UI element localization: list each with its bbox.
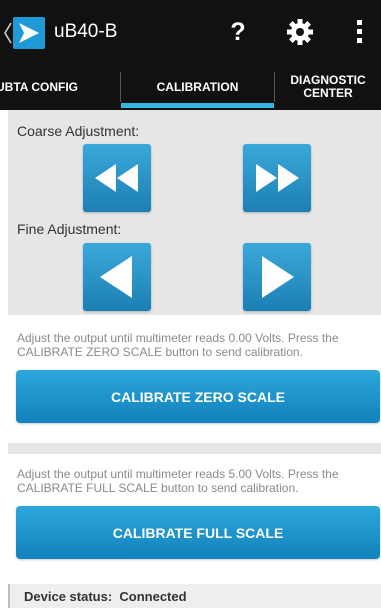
- fine-adjustment-label: Fine Adjustment:: [17, 221, 122, 237]
- right-arrow-icon: [262, 256, 294, 298]
- section-divider: [8, 443, 381, 454]
- adjustment-panel: Coarse Adjustment: Fine Adjustment:: [8, 110, 381, 315]
- app-logo-icon[interactable]: [13, 17, 45, 49]
- left-arrow-icon: [100, 256, 132, 298]
- app-title: uB40-B: [54, 21, 118, 42]
- tab-diagnostic-center[interactable]: DIAGNOSTIC CENTER: [275, 64, 381, 110]
- calibrate-full-scale-button[interactable]: CALIBRATE FULL SCALE: [16, 506, 380, 559]
- zero-scale-instruction: Adjust the output until multimeter reads…: [17, 331, 339, 359]
- double-left-arrow-icon: [95, 164, 138, 192]
- fine-increase-button[interactable]: [243, 243, 311, 311]
- help-button[interactable]: ?: [223, 14, 253, 50]
- overflow-menu-icon[interactable]: [350, 18, 370, 46]
- tab-label: UBTA CONFIG: [0, 79, 78, 94]
- back-chevron-icon[interactable]: [4, 22, 12, 44]
- tab-label: DIAGNOSTIC CENTER: [290, 73, 366, 100]
- device-status-text: Device status: Connected: [24, 589, 187, 604]
- gear-icon[interactable]: [285, 17, 315, 47]
- coarse-decrease-button[interactable]: [83, 144, 151, 212]
- double-right-arrow-icon: [256, 164, 299, 192]
- action-bar: uB40-B ?: [0, 0, 381, 64]
- coarse-adjustment-label: Coarse Adjustment:: [17, 123, 140, 139]
- fine-decrease-button[interactable]: [83, 243, 151, 311]
- calibrate-zero-scale-button[interactable]: CALIBRATE ZERO SCALE: [16, 370, 380, 423]
- device-status-bar: Device status: Connected: [8, 584, 381, 608]
- active-tab-indicator: [121, 103, 274, 108]
- tab-label: CALIBRATION: [156, 79, 239, 94]
- full-scale-instruction: Adjust the output until multimeter reads…: [17, 467, 339, 495]
- coarse-increase-button[interactable]: [243, 144, 311, 212]
- tab-ubta-config[interactable]: UBTA CONFIG: [0, 64, 120, 110]
